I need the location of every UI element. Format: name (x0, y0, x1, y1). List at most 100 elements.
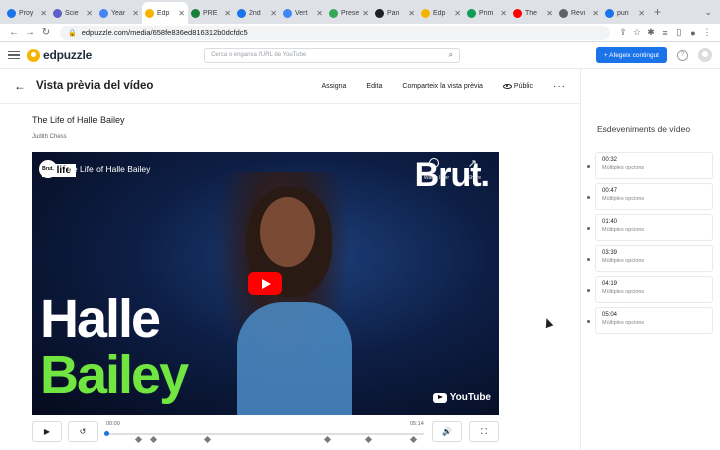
public-button[interactable]: Públic (502, 83, 533, 90)
browser-tab[interactable]: Scie ✕ (50, 2, 96, 24)
timeline-dot (587, 165, 590, 168)
tab-search-chevron-icon[interactable]: ⌄ (696, 7, 720, 18)
tab-close-icon[interactable]: ✕ (500, 9, 507, 18)
tab-close-icon[interactable]: ✕ (638, 9, 645, 18)
reload-icon[interactable]: ↻ (38, 27, 54, 38)
rewind-button[interactable]: ↺ (68, 421, 98, 442)
tab-close-icon[interactable]: ✕ (316, 9, 323, 18)
search-input[interactable]: Cerca o enganxa l'URL de YouTube ⌕ (204, 47, 461, 63)
question-marker[interactable] (134, 435, 142, 444)
back-nav-icon[interactable]: ← (6, 27, 22, 38)
event-time: 05:04 (602, 312, 618, 318)
question-marker[interactable] (324, 435, 332, 444)
assign-button[interactable]: Assigna (322, 83, 347, 90)
youtube-logo[interactable]: YouTube (432, 392, 491, 403)
tab-label: Edp (157, 9, 170, 17)
channel-avatar[interactable]: Brut. (39, 160, 57, 178)
tab-close-icon[interactable]: ✕ (40, 9, 47, 18)
sidebar-toggle-icon[interactable]: ▯ (672, 27, 686, 38)
add-content-button[interactable]: + Afegeix contingut (595, 47, 667, 63)
question-marker[interactable] (364, 435, 372, 444)
event-time: 03:39 (602, 250, 618, 256)
browser-tab[interactable]: Edp ✕ (142, 2, 188, 24)
tab-close-icon[interactable]: ✕ (132, 9, 139, 18)
timeline-dot (587, 227, 590, 230)
browser-tab-bar: Proy ✕ Scie ✕ Year ✕ Edp ✕ PRE ✕ 2nd ✕ Vert ✕ Prese ✕ Pa… (0, 0, 720, 24)
tab-close-icon[interactable]: ✕ (408, 9, 415, 18)
tab-close-icon[interactable]: ✕ (270, 9, 277, 18)
video-player[interactable]: A life Brut. The Life of Halle Bailey Br… (32, 152, 499, 415)
share-label: Share (467, 175, 481, 181)
youtube-play-icon[interactable] (248, 272, 282, 295)
progress-thumb[interactable] (104, 431, 109, 436)
edit-button[interactable]: Edita (366, 83, 382, 90)
video-event-card[interactable]: 00:32 Múltiples opcions (587, 152, 713, 179)
browser-tab[interactable]: The ✕ (510, 2, 556, 24)
tab-close-icon[interactable]: ✕ (178, 9, 185, 18)
question-marker[interactable] (203, 435, 211, 444)
video-event-card[interactable]: 05:04 Múltiples opcions (587, 307, 713, 334)
browser-tab[interactable]: Year ✕ (96, 2, 142, 24)
reading-list-icon[interactable]: ≡ (658, 28, 672, 38)
tab-favicon-icon (99, 8, 108, 18)
browser-tab[interactable]: PRE ✕ (188, 2, 234, 24)
video-event-card[interactable]: 03:39 Múltiples opcions (587, 245, 713, 272)
progress-track[interactable] (106, 433, 424, 435)
video-event-card[interactable]: 04:19 Múltiples opcions (587, 276, 713, 303)
browser-tab[interactable]: Prim ✕ (464, 2, 510, 24)
play-button[interactable]: ▶ (32, 421, 62, 442)
volume-button[interactable]: 🔊 (432, 421, 462, 442)
bookmark-star-icon[interactable]: ☆ (630, 27, 644, 38)
tab-close-icon[interactable]: ✕ (454, 9, 461, 18)
tab-close-icon[interactable]: ✕ (86, 9, 93, 18)
browser-tab[interactable]: 2nd ✕ (234, 2, 280, 24)
question-marker[interactable] (150, 435, 158, 444)
player-video-title[interactable]: The Life of Halle Bailey (63, 164, 150, 174)
event-type: Múltiples opcions (602, 227, 645, 233)
browser-tab[interactable]: Proy ✕ (4, 2, 50, 24)
forward-nav-icon[interactable]: → (22, 27, 38, 38)
tab-close-icon[interactable]: ✕ (224, 9, 231, 18)
tab-close-icon[interactable]: ✕ (592, 9, 599, 18)
event-time: 00:47 (602, 188, 618, 194)
tab-favicon-icon (605, 8, 614, 18)
tab-close-icon[interactable]: ✕ (362, 9, 369, 18)
back-arrow-icon[interactable]: ← (14, 79, 26, 93)
hamburger-menu-icon[interactable] (8, 50, 20, 60)
tab-favicon-icon (559, 8, 568, 18)
share-page-icon[interactable]: ⇪ (616, 27, 630, 38)
browser-tab[interactable]: Edp ✕ (418, 2, 464, 24)
share-preview-button[interactable]: Comparteix la vista prèvia (402, 83, 483, 90)
time-start: 00:00 (106, 421, 120, 427)
tab-label: Edp (433, 9, 446, 17)
url-field[interactable]: 🔒 edpuzzle.com/media/658fe836ed816312b0d… (60, 25, 610, 40)
search-icon[interactable]: ⌕ (449, 50, 453, 60)
browser-tab[interactable]: Revi ✕ (556, 2, 602, 24)
extensions-icon[interactable]: ✱ (644, 27, 658, 38)
help-icon[interactable]: ? (677, 49, 688, 61)
browser-address-bar: ← → ↻ 🔒 edpuzzle.com/media/658fe836ed816… (0, 24, 720, 42)
tab-favicon-icon (237, 8, 246, 18)
new-tab-icon[interactable]: + (648, 5, 667, 19)
share-arrow-icon[interactable]: ↗ (468, 157, 477, 170)
video-event-card[interactable]: 00:47 Múltiples opcions (587, 183, 713, 210)
browser-menu-icon[interactable]: ⋮ (700, 27, 714, 38)
browser-tab[interactable]: Prese ✕ (326, 2, 372, 24)
watch-later-icon[interactable] (429, 158, 439, 168)
more-options-icon[interactable]: ··· (553, 81, 566, 92)
tab-close-icon[interactable]: ✕ (546, 9, 553, 18)
fullscreen-button[interactable]: ⛶ (469, 421, 499, 442)
edpuzzle-logo[interactable]: edpuzzle (27, 48, 92, 62)
video-event-card[interactable]: 01:40 Múltiples opcions (587, 214, 713, 241)
avatar[interactable] (698, 48, 712, 62)
browser-tab[interactable]: Vert ✕ (280, 2, 326, 24)
question-marker[interactable] (410, 435, 418, 444)
profile-icon[interactable]: ● (686, 28, 700, 38)
tab-label: PRE (203, 9, 218, 17)
page-header: ← Vista prèvia del vídeo Assigna Edita C… (0, 69, 580, 104)
tab-favicon-icon (375, 8, 384, 18)
browser-tab[interactable]: Pan ✕ (372, 2, 418, 24)
youtube-logo-icon (432, 392, 447, 403)
page-actions: Assigna Edita Comparteix la vista prèvia… (302, 81, 566, 92)
browser-tab[interactable]: pun ✕ (602, 2, 648, 24)
